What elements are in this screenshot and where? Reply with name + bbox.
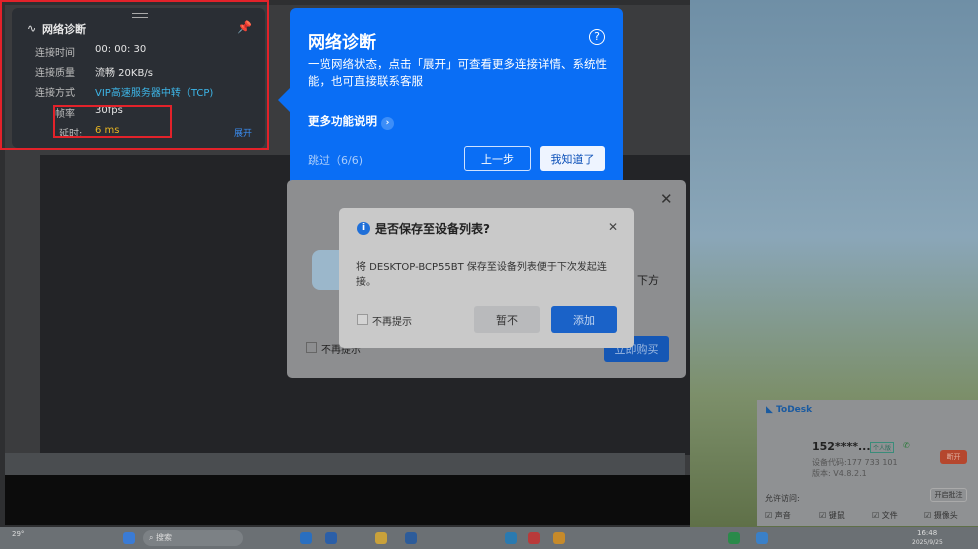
start-icon[interactable] [123, 532, 135, 544]
folder-icon[interactable] [375, 532, 387, 544]
taskbar: 29° ⌕ 搜索 16:48 2025/9/25 [0, 527, 978, 549]
remote-black-area [5, 475, 690, 525]
perm-mouse-keyboard[interactable]: ☑ 键鼠 [819, 510, 845, 521]
app-icon[interactable] [300, 532, 312, 544]
value: 流畅 20KB/s [95, 68, 153, 79]
dont-show-checkbox[interactable] [306, 342, 317, 353]
dont-show-checkbox[interactable] [357, 314, 368, 325]
label: 连接质量 [35, 68, 75, 79]
wps-icon[interactable] [528, 532, 540, 544]
chevron-right-icon: › [381, 117, 395, 130]
clock-date[interactable]: 2025/9/25 [912, 539, 943, 546]
prev-step-button[interactable]: 上一步 [464, 146, 531, 171]
help-icon[interactable]: ? [589, 29, 605, 45]
enable-annotation-button[interactable]: 开启批注 [930, 488, 967, 502]
tooltip-body: 一览网络状态，点击「展开」可查看更多连接详情、系统性能，也可直接联系客服 [308, 57, 607, 88]
drag-handle[interactable] [132, 13, 148, 18]
perm-label: 摄像头 [933, 511, 958, 520]
save-device-dialog: i 是否保存至设备列表? ✕ 将 DESKTOP-BCP55BT 保存至设备列表… [339, 208, 634, 348]
clock-time[interactable]: 16:48 [917, 529, 937, 537]
latency-highlight-box [53, 105, 172, 138]
dont-show-label: 不再提示 [372, 317, 412, 328]
todesk-control-panel: ◣ ToDesk 152****... 个人版 ✆ 设备代码:177 733 1… [757, 400, 978, 526]
not-now-button[interactable]: 暂不 [474, 306, 540, 333]
info-icon: i [357, 222, 370, 235]
search-box[interactable]: ⌕ 搜索 [143, 530, 243, 546]
got-it-button[interactable]: 我知道了 [540, 146, 605, 171]
disconnect-button[interactable]: 断开 [940, 450, 967, 464]
row-time: 连接时间 00: 00: 30 [12, 44, 265, 59]
brand-label: ToDesk [776, 405, 813, 415]
version: 版本: V4.8.2.1 [812, 469, 867, 478]
app-icon[interactable] [325, 532, 337, 544]
pulse-icon: ∿ [27, 22, 37, 35]
edition-badge: 个人版 [870, 442, 895, 453]
tooltip-title: 网络诊断 [308, 33, 376, 53]
perm-label: 键鼠 [828, 511, 845, 520]
remote-taskbar [5, 453, 685, 475]
expand-link[interactable]: 展开 [234, 126, 252, 139]
dialog-body: 将 DESKTOP-BCP55BT 保存至设备列表便于下次发起连接。 [356, 262, 607, 288]
search-label: 搜索 [156, 533, 173, 542]
perm-camera[interactable]: ☑ 摄像头 [924, 510, 958, 521]
perm-label: 文件 [881, 511, 898, 520]
perm-label: 声音 [774, 511, 791, 520]
guide-tooltip: 网络诊断 ? 一览网络状态，点击「展开」可查看更多连接详情、系统性能，也可直接联… [278, 8, 623, 188]
edge-icon[interactable] [505, 532, 517, 544]
chrome-icon[interactable] [553, 532, 565, 544]
allow-label: 允许访问: [765, 494, 800, 503]
dialog-title: 是否保存至设备列表? [375, 222, 490, 236]
todesk-logo: ◣ ToDesk [766, 405, 813, 415]
perm-file[interactable]: ☑ 文件 [872, 510, 898, 521]
wechat-icon[interactable] [728, 532, 740, 544]
weather-widget[interactable]: 29° [12, 530, 24, 538]
panel-title: 网络诊断 [42, 23, 86, 36]
close-icon[interactable]: ✕ [660, 190, 673, 208]
label: 连接方式 [35, 88, 75, 99]
row-quality: 连接质量 流畅 20KB/s [12, 64, 265, 79]
perm-sound[interactable]: ☑ 声音 [765, 510, 791, 521]
todesk-icon[interactable] [756, 532, 768, 544]
skip-link[interactable]: 跳过（6/6) [308, 152, 363, 168]
more-label: 更多功能说明 [308, 114, 377, 128]
label: 连接时间 [35, 48, 75, 59]
add-button[interactable]: 添加 [551, 306, 617, 333]
more-features-link[interactable]: 更多功能说明 › [308, 113, 395, 130]
close-icon[interactable]: ✕ [608, 220, 618, 234]
phone-icon[interactable]: ✆ [903, 441, 910, 450]
app-icon[interactable] [405, 532, 417, 544]
pin-icon[interactable]: 📌 [237, 20, 252, 34]
user-name: 152****... [812, 440, 871, 453]
device-code: 设备代码:177 733 101 [812, 458, 898, 467]
value: 00: 00: 30 [95, 44, 147, 55]
side-text: 下方 [637, 274, 659, 287]
value: VIP高速服务器中转（TCP) [95, 88, 214, 99]
row-method: 连接方式 VIP高速服务器中转（TCP) [12, 84, 265, 99]
